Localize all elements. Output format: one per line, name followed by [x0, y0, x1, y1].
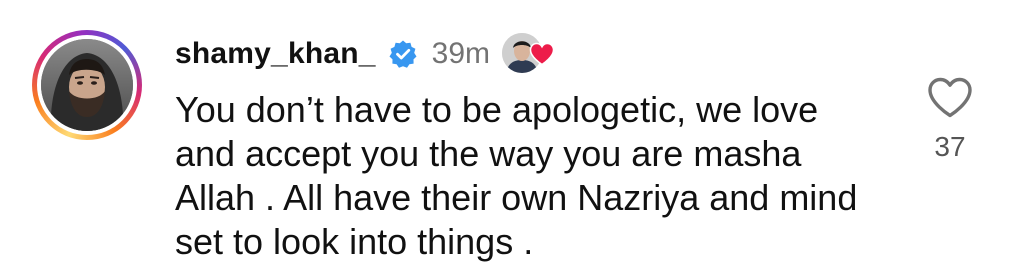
verified-badge-icon — [388, 39, 418, 69]
avatar[interactable] — [41, 39, 133, 131]
username[interactable]: shamy_khan_ — [175, 37, 376, 71]
like-column: 37 — [920, 76, 980, 163]
comment-text: You don’t have to be apologetic, we love… — [175, 89, 858, 262]
comment-timestamp[interactable]: 39m — [432, 37, 490, 71]
like-button[interactable] — [926, 76, 974, 120]
comment-row: shamy_khan_ 39m You don’t have to be apo… — [0, 0, 1024, 270]
liked-by-author-indicator — [502, 33, 560, 75]
comment-header: shamy_khan_ 39m — [175, 31, 560, 77]
heart-filled-icon — [529, 42, 555, 66]
like-count: 37 — [934, 131, 966, 162]
avatar-story-ring[interactable] — [32, 30, 142, 140]
avatar-photo — [41, 39, 133, 131]
heart-outline-icon — [928, 77, 972, 118]
